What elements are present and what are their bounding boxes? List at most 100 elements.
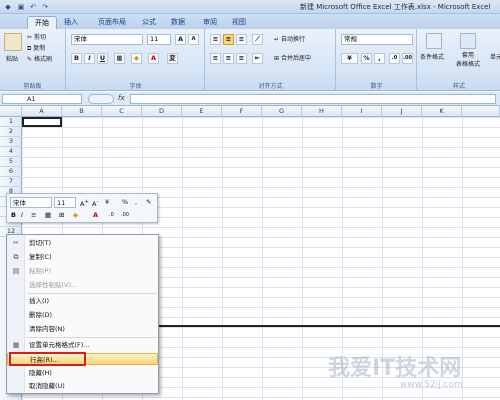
align-center-icon[interactable]: ≡: [223, 53, 234, 64]
cut-button[interactable]: ✂ 剪切: [27, 33, 46, 42]
increase-decimal-icon[interactable]: .0: [389, 53, 400, 64]
align-top-icon[interactable]: ≡: [210, 34, 221, 45]
menu-item-paste-special[interactable]: 选择性粘贴(V)...: [7, 279, 158, 291]
tab-home[interactable]: 开始: [27, 16, 57, 29]
menu-item-format-cells[interactable]: ▦ 设置单元格格式(F)...: [7, 339, 158, 351]
font-name-select[interactable]: 宋体: [71, 34, 143, 45]
tab-insert[interactable]: 插入: [58, 16, 84, 29]
conditional-format-icon[interactable]: [426, 33, 442, 49]
phonetic-icon[interactable]: 変: [167, 53, 178, 64]
underline-icon[interactable]: U: [97, 53, 108, 64]
row-header[interactable]: 7: [0, 177, 22, 187]
save-icon[interactable]: ▣: [16, 2, 26, 12]
menu-item-clear-contents[interactable]: 清除内容(N): [7, 323, 158, 335]
borders-icon[interactable]: ▦: [45, 210, 51, 220]
menu-item-copy[interactable]: ⧉ 复制(C): [7, 251, 158, 263]
table-format-icon[interactable]: [460, 33, 476, 49]
align-right-icon[interactable]: ≡: [236, 53, 247, 64]
column-header[interactable]: B: [62, 106, 102, 117]
paste-button[interactable]: 粘贴: [6, 55, 18, 64]
row-header[interactable]: 1: [0, 117, 22, 127]
percent-icon[interactable]: %: [122, 197, 128, 207]
shrink-font-icon[interactable]: A-: [92, 197, 98, 209]
formula-input[interactable]: [130, 94, 496, 104]
italic-icon[interactable]: I: [84, 53, 95, 64]
menu-item-unhide[interactable]: 取消隐藏(U): [7, 380, 158, 392]
format-painter-button[interactable]: ✎ 格式刷: [27, 55, 52, 64]
column-header[interactable]: C: [102, 106, 142, 117]
merge-icon[interactable]: ⊞: [59, 210, 64, 220]
font-size-select[interactable]: 11: [147, 34, 171, 45]
format-as-table-button[interactable]: 套用 表格格式: [456, 51, 480, 69]
column-header[interactable]: K: [422, 106, 462, 117]
column-header[interactable]: G: [262, 106, 302, 117]
decrease-indent-icon[interactable]: ⇤: [252, 53, 263, 64]
menu-item-row-height[interactable]: 行高(R)...: [7, 353, 158, 365]
mini-size-select[interactable]: 11: [54, 197, 76, 208]
italic-icon[interactable]: I: [21, 210, 23, 220]
cell-styles-button[interactable]: 单元: [490, 53, 500, 62]
format-painter-icon[interactable]: ✎: [146, 197, 151, 207]
column-header[interactable]: [462, 106, 500, 117]
column-header[interactable]: A: [22, 106, 62, 117]
column-header[interactable]: H: [302, 106, 342, 117]
tab-page-layout[interactable]: 页面布局: [88, 16, 136, 29]
borders-icon[interactable]: ▦: [114, 53, 125, 64]
row-header[interactable]: 4: [0, 147, 22, 157]
tab-review[interactable]: 审阅: [196, 16, 224, 29]
office-logo-icon[interactable]: ◆: [3, 2, 13, 12]
row-header[interactable]: 3: [0, 137, 22, 147]
redo-icon[interactable]: ↷: [40, 2, 50, 12]
column-header[interactable]: J: [382, 106, 422, 117]
orientation-icon[interactable]: ⟋: [252, 34, 263, 45]
tab-view[interactable]: 视图: [226, 16, 252, 29]
conditional-format-button[interactable]: 条件格式: [420, 53, 444, 62]
menu-item-cut[interactable]: ✂ 剪切(T): [7, 237, 158, 249]
decrease-decimal-icon[interactable]: .00: [121, 210, 129, 220]
increase-decimal-icon[interactable]: .0: [109, 210, 114, 220]
merge-center-button[interactable]: ⊞ 合并后居中: [274, 54, 311, 63]
insert-function-icon[interactable]: fx: [118, 94, 125, 102]
column-header[interactable]: F: [222, 106, 262, 117]
align-left-icon[interactable]: ≡: [210, 53, 221, 64]
menu-item-paste[interactable]: ▤ 粘贴(P): [7, 265, 158, 277]
row-header[interactable]: 5: [0, 157, 22, 167]
wrap-text-button[interactable]: ↵ 自动换行: [274, 35, 305, 44]
number-format-select[interactable]: 常规: [341, 34, 413, 45]
undo-icon[interactable]: ↶: [28, 2, 38, 12]
comma-icon[interactable]: ,: [135, 197, 137, 207]
tab-formulas[interactable]: 公式: [136, 16, 162, 29]
align-middle-icon[interactable]: ≡: [223, 34, 234, 45]
column-header[interactable]: E: [182, 106, 222, 117]
currency-icon[interactable]: ¥: [341, 53, 358, 64]
percent-icon[interactable]: %: [361, 53, 372, 64]
tab-data[interactable]: 数据: [164, 16, 192, 29]
bold-icon[interactable]: B: [71, 53, 82, 64]
currency-icon[interactable]: ¥: [105, 197, 109, 207]
decrease-decimal-icon[interactable]: .00: [402, 53, 413, 64]
column-header[interactable]: I: [342, 106, 382, 117]
comma-icon[interactable]: ,: [374, 53, 385, 64]
fill-color-icon[interactable]: ◆: [131, 53, 142, 64]
font-color-icon[interactable]: A: [93, 210, 98, 220]
paste-icon[interactable]: [4, 33, 22, 51]
mini-font-select[interactable]: 宋体: [10, 197, 52, 208]
grow-font-icon[interactable]: A: [175, 34, 186, 45]
menu-item-delete[interactable]: 删除(D): [7, 309, 158, 321]
align-center-icon[interactable]: ≡: [31, 210, 36, 220]
name-box[interactable]: A1: [2, 94, 82, 104]
column-header[interactable]: D: [142, 106, 182, 117]
align-bottom-icon[interactable]: ≡: [236, 34, 247, 45]
active-cell[interactable]: [22, 117, 62, 127]
select-all-corner[interactable]: [0, 106, 22, 117]
bold-icon[interactable]: B: [11, 210, 16, 220]
fill-color-icon[interactable]: ◆: [73, 210, 78, 220]
row-header[interactable]: 6: [0, 167, 22, 177]
font-color-icon[interactable]: A: [148, 53, 159, 64]
menu-item-insert[interactable]: 插入(I): [7, 295, 158, 307]
shrink-font-icon[interactable]: A: [188, 34, 199, 45]
row-header[interactable]: 2: [0, 127, 22, 137]
copy-button[interactable]: ⧉ 复制: [27, 44, 45, 53]
grow-font-icon[interactable]: A+: [80, 197, 89, 209]
menu-item-hide[interactable]: 隐藏(H): [7, 367, 158, 379]
